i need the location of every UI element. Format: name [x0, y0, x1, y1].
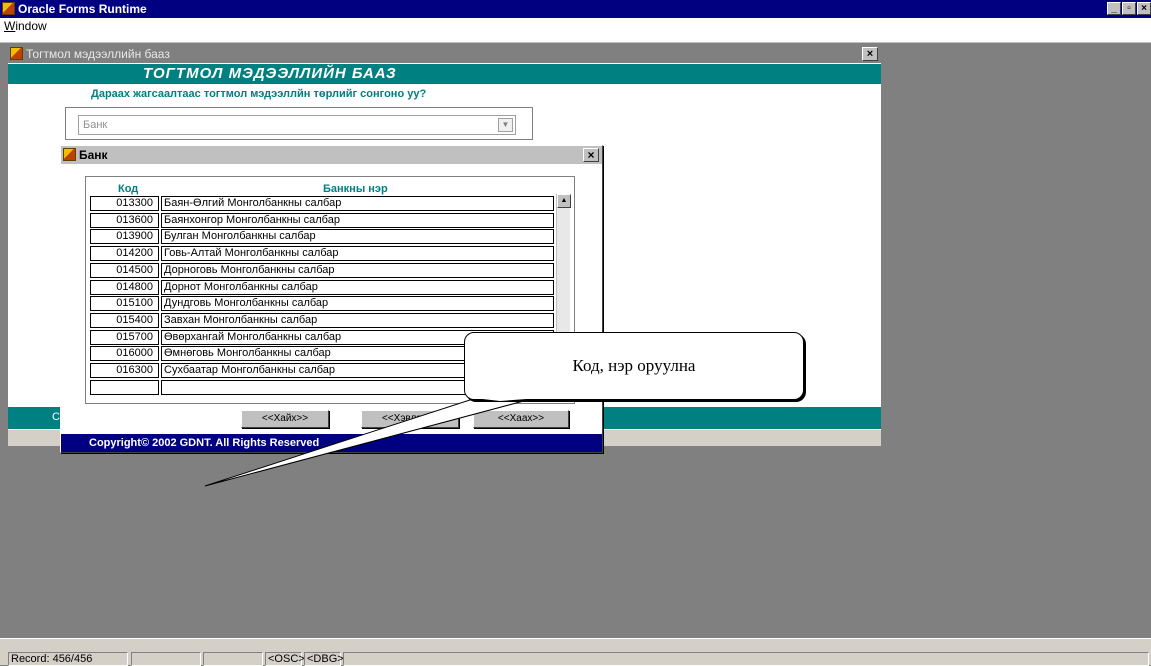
chevron-down-icon[interactable]: ▼ — [498, 118, 513, 132]
record-counter: Record: 456/456 — [8, 652, 128, 666]
menu-window-mnemonic: W — [4, 19, 16, 33]
bank-code-cell[interactable]: 015400 — [90, 312, 159, 328]
bank-name-cell[interactable]: Булган Монголбанкны салбар — [161, 229, 554, 245]
minimize-button[interactable]: _ — [1107, 2, 1121, 15]
table-row[interactable]: 013600 Баянхонгор Монголбанкны салбар — [88, 212, 558, 229]
bank-name-cell[interactable]: Дорнот Монголбанкны салбар — [161, 279, 554, 295]
bank-name-cell[interactable]: Говь-Алтай Монголбанкны салбар — [161, 246, 554, 262]
bank-code-cell[interactable]: 013900 — [90, 229, 159, 245]
bank-code-cell[interactable]: 015700 — [90, 329, 159, 345]
dialog-icon — [63, 148, 76, 161]
bank-name-cell[interactable]: Баянхонгор Монголбанкны салбар — [161, 212, 554, 228]
form-window-title: Тогтмол мэдээллийн бааз — [26, 47, 170, 61]
dbg-indicator: <DBG> — [304, 652, 344, 666]
bank-code-cell[interactable]: 013600 — [90, 212, 159, 228]
bank-code-cell[interactable]: 014800 — [90, 279, 159, 295]
table-row[interactable]: 013300 Баян-Өлгий Монголбанкны салбар — [88, 196, 558, 212]
column-header-code: Код — [118, 183, 139, 195]
table-row[interactable]: 015400 Завхан Монголбанкны салбар — [88, 312, 558, 329]
restore-button[interactable]: ▫ — [1122, 2, 1136, 15]
osc-indicator: <OSC> — [265, 652, 305, 666]
status-field-2 — [203, 652, 263, 666]
form-header-band: ТОГТМОЛ МЭДЭЭЛЛИЙН БААЗ — [8, 64, 881, 84]
dialog-close-button[interactable]: × — [583, 148, 599, 162]
table-row[interactable]: 013900 Булган Монголбанкны салбар — [88, 229, 558, 245]
table-row[interactable]: 014800 Дорнот Монголбанкны салбар — [88, 279, 558, 296]
status-field-1 — [131, 652, 201, 666]
bank-dialog: Банк × Код Банкны нэр 013300 Баян-Өлгий М… — [60, 145, 603, 453]
form-footer-text: С — [52, 411, 60, 423]
form-header: ТОГТМОЛ МЭДЭЭЛЛИЙН БААЗ — [143, 65, 397, 82]
form-prompt: Дараах жагсаалтаас тогтмол мэдээллйн төр… — [91, 88, 427, 100]
form-close-button[interactable]: × — [862, 47, 878, 61]
form-title-bar: Тогтмол мэдээллийн бааз × — [8, 45, 881, 63]
bank-code-cell[interactable]: 013300 — [90, 196, 159, 211]
menu-window-label: indow — [15, 19, 47, 33]
app-title: Oracle Forms Runtime — [18, 2, 147, 16]
oracle-forms-icon — [2, 2, 15, 15]
bank-code-cell[interactable]: 016300 — [90, 363, 159, 378]
bank-code-cell[interactable]: 014200 — [90, 246, 159, 262]
column-header-name: Банкны нэр — [323, 183, 388, 195]
dialog-title-bar: Банк × — [61, 146, 602, 164]
bank-code-cell[interactable] — [90, 379, 159, 395]
table-row[interactable]: 014500 Дорноговь Монголбанкны салбар — [88, 262, 558, 279]
app-title-bar: Oracle Forms Runtime _ ▫ × — [0, 0, 1151, 18]
callout-bubble: Код, нэр оруулна — [464, 332, 804, 400]
close-app-button[interactable]: × — [1137, 2, 1151, 15]
print-button[interactable]: <<Хэвлэх>> — [361, 410, 459, 428]
table-row[interactable]: 014200 Говь-Алтай Монголбанкны салбар — [88, 246, 558, 262]
bank-name-cell[interactable]: Дорноговь Монголбанкны салбар — [161, 262, 554, 278]
type-select[interactable]: Банк ▼ — [78, 115, 516, 135]
type-select-value: Банк — [83, 119, 108, 131]
bank-code-cell[interactable]: 014500 — [90, 262, 159, 278]
dialog-close-action-button[interactable]: <<Хаах>> — [473, 410, 569, 428]
status-message — [343, 652, 1149, 666]
dialog-title: Банк — [79, 148, 108, 162]
bank-code-cell[interactable]: 015100 — [90, 296, 159, 312]
window-controls: _ ▫ × — [1107, 2, 1151, 15]
form-window-icon — [10, 47, 23, 60]
bank-name-cell[interactable]: Баян-Өлгий Монголбанкны салбар — [161, 196, 554, 211]
table-row[interactable]: 015100 Дундговь Монголбанкны салбар — [88, 296, 558, 312]
copyright-text: Copyright© 2002 GDNT. All Rights Reserve… — [89, 437, 320, 449]
bank-name-cell[interactable]: Дундговь Монголбанкны салбар — [161, 296, 554, 312]
copyright-bar: Copyright© 2002 GDNT. All Rights Reserve… — [61, 434, 602, 452]
scroll-up-icon[interactable]: ▲ — [557, 194, 571, 208]
menu-bar: Window — [0, 18, 1151, 43]
status-bar: Record: 456/456 <OSC> <DBG> — [0, 638, 1151, 666]
menu-window[interactable]: Window — [4, 19, 47, 33]
bank-code-cell[interactable]: 016000 — [90, 346, 159, 362]
bank-name-cell[interactable]: Завхан Монголбанкны салбар — [161, 312, 554, 328]
search-button[interactable]: <<Хайх>> — [241, 410, 329, 428]
